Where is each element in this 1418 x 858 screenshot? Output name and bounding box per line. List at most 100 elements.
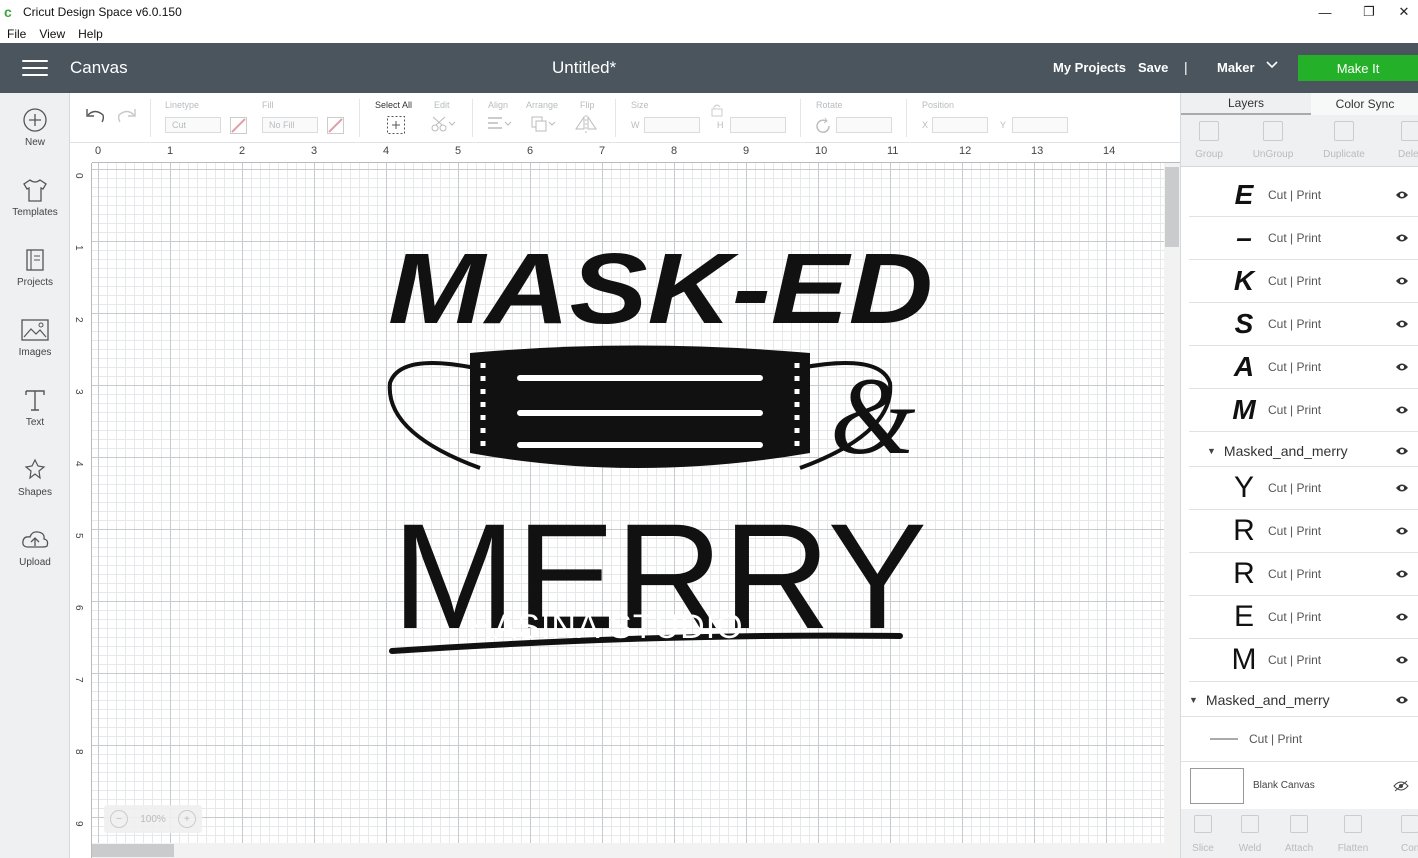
redo-icon[interactable] bbox=[116, 107, 138, 125]
sidebar-images[interactable]: Images bbox=[0, 317, 70, 377]
eye-icon[interactable] bbox=[1395, 655, 1409, 665]
restore-button[interactable]: ❐ bbox=[1346, 0, 1392, 24]
layer-row[interactable]: – Cut | Print bbox=[1189, 217, 1418, 260]
sidebar-new[interactable]: New bbox=[0, 107, 70, 167]
slice-button[interactable]: Slice bbox=[1178, 815, 1228, 854]
eye-icon[interactable] bbox=[1395, 190, 1409, 200]
layer-row[interactable]: Y Cut | Print bbox=[1189, 467, 1418, 510]
lock-ratio-icon[interactable] bbox=[710, 103, 724, 117]
save-button[interactable]: Save bbox=[1138, 60, 1168, 75]
rotate-icon bbox=[816, 117, 830, 133]
layer-thumbnail: R bbox=[1233, 514, 1255, 547]
design-artwork[interactable]: MASK-ED & MERRY bbox=[380, 223, 950, 663]
make-it-button[interactable]: Make It bbox=[1298, 55, 1418, 81]
collapse-caret-icon[interactable]: ▼ bbox=[1207, 446, 1216, 456]
layer-row[interactable]: S Cut | Print bbox=[1189, 303, 1418, 346]
zoom-in-button[interactable]: + bbox=[177, 810, 196, 828]
ruler-top-label: 7 bbox=[599, 145, 606, 157]
eye-icon[interactable] bbox=[1395, 446, 1409, 456]
eye-icon[interactable] bbox=[1395, 483, 1409, 493]
design-canvas[interactable]: 0 1 2 3 4 5 6 7 8 9 10 11 12 13 14 0123456789 MASK-ED … bbox=[70, 143, 1180, 858]
edit-scissors-icon[interactable] bbox=[430, 115, 456, 133]
layer-row[interactable]: R Cut | Print bbox=[1189, 510, 1418, 553]
flatten-button[interactable]: Flatten bbox=[1328, 815, 1378, 854]
layer-row-line[interactable]: Cut | Print bbox=[1181, 717, 1418, 761]
eye-icon[interactable] bbox=[1395, 362, 1409, 372]
attach-button[interactable]: Attach bbox=[1274, 815, 1324, 854]
size-height-input[interactable] bbox=[730, 117, 786, 133]
linetype-select[interactable]: Cut bbox=[165, 117, 221, 133]
layer-row[interactable]: E Cut | Print bbox=[1189, 596, 1418, 639]
eye-icon[interactable] bbox=[1395, 526, 1409, 536]
sidebar-upload[interactable]: Upload bbox=[0, 527, 70, 587]
align-icon[interactable] bbox=[486, 115, 512, 133]
layer-group-masked-and-merry[interactable]: ▼ Masked_and_merry bbox=[1189, 435, 1418, 467]
close-button[interactable]: ✕ bbox=[1390, 0, 1418, 24]
ungroup-button[interactable]: UnGroup bbox=[1243, 121, 1303, 160]
sidebar-templates[interactable]: Templates bbox=[0, 177, 70, 237]
section-title: Canvas bbox=[70, 58, 128, 77]
sidebar-shapes[interactable]: Shapes bbox=[0, 457, 70, 517]
layer-row[interactable]: M Cut | Print bbox=[1189, 639, 1418, 682]
eye-icon[interactable] bbox=[1395, 319, 1409, 329]
eye-icon[interactable] bbox=[1395, 276, 1409, 286]
tab-layers[interactable]: Layers bbox=[1181, 93, 1311, 115]
menu-help[interactable]: Help bbox=[78, 27, 103, 41]
delete-button[interactable]: Delete bbox=[1381, 121, 1418, 160]
size-width-input[interactable] bbox=[644, 117, 700, 133]
undo-icon[interactable] bbox=[84, 107, 106, 125]
arrange-icon[interactable] bbox=[530, 115, 556, 133]
collapse-caret-icon[interactable]: ▼ bbox=[1189, 695, 1198, 705]
blank-canvas-row[interactable]: Blank Canvas bbox=[1181, 761, 1418, 809]
design-ampersand[interactable]: & bbox=[830, 355, 916, 477]
fill-select[interactable]: No Fill bbox=[262, 117, 318, 133]
hamburger-menu-icon[interactable] bbox=[22, 60, 48, 78]
sidebar-text[interactable]: Text bbox=[0, 387, 70, 447]
layer-row[interactable]: A Cut | Print bbox=[1189, 346, 1418, 389]
eye-icon[interactable] bbox=[1395, 233, 1409, 243]
zoom-out-button[interactable]: − bbox=[110, 810, 129, 828]
layer-row[interactable]: K Cut | Print bbox=[1189, 260, 1418, 303]
menu-view[interactable]: View bbox=[39, 27, 65, 41]
horizontal-scrollbar[interactable] bbox=[92, 843, 1164, 858]
eye-icon[interactable] bbox=[1395, 569, 1409, 579]
weld-button[interactable]: Weld bbox=[1225, 815, 1275, 854]
fill-color-swatch-icon[interactable] bbox=[327, 117, 344, 134]
design-text-masked[interactable]: MASK-ED bbox=[388, 233, 933, 345]
eye-icon[interactable] bbox=[1395, 405, 1409, 415]
horizontal-ruler: 0 1 2 3 4 5 6 7 8 9 10 11 12 13 14 bbox=[92, 143, 1180, 163]
select-all-icon[interactable] bbox=[386, 115, 406, 135]
eye-icon[interactable] bbox=[1395, 695, 1409, 705]
position-x-input[interactable] bbox=[932, 117, 988, 133]
flip-label: Flip bbox=[580, 100, 595, 110]
group-button[interactable]: Group bbox=[1179, 121, 1239, 160]
layer-row[interactable]: R Cut | Print bbox=[1189, 553, 1418, 596]
layer-row[interactable]: M Cut | Print bbox=[1189, 389, 1418, 432]
rotate-input[interactable] bbox=[836, 117, 892, 133]
chevron-down-icon[interactable] bbox=[1265, 57, 1279, 71]
eye-hidden-icon[interactable] bbox=[1393, 780, 1409, 792]
eye-icon[interactable] bbox=[1395, 612, 1409, 622]
my-projects-link[interactable]: My Projects bbox=[1053, 60, 1126, 75]
machine-select[interactable]: Maker bbox=[1217, 60, 1255, 75]
layer-row[interactable]: E Cut | Print bbox=[1189, 174, 1418, 217]
face-mask-graphic[interactable] bbox=[387, 345, 893, 470]
watermark-text: HASINA STUDIO bbox=[468, 608, 744, 646]
minimize-button[interactable]: — bbox=[1302, 0, 1348, 24]
contour-button[interactable]: Contour bbox=[1381, 815, 1418, 854]
vertical-scrollbar[interactable] bbox=[1164, 163, 1180, 858]
flip-icon[interactable] bbox=[574, 115, 602, 133]
layer-group-masked-and-merry-outer[interactable]: ▼ Masked_and_merry bbox=[1181, 683, 1418, 717]
duplicate-icon bbox=[1334, 121, 1354, 141]
blank-canvas-label: Blank Canvas bbox=[1253, 780, 1315, 791]
menu-file[interactable]: File bbox=[7, 27, 26, 41]
position-y-input[interactable] bbox=[1012, 117, 1068, 133]
tab-color-sync[interactable]: Color Sync bbox=[1311, 93, 1418, 115]
header-separator: | bbox=[1184, 59, 1188, 75]
linetype-color-swatch-icon[interactable] bbox=[230, 117, 247, 134]
pos-y-label: Y bbox=[1000, 120, 1007, 130]
sidebar-projects-label: Projects bbox=[16, 277, 54, 288]
blank-canvas-swatch[interactable] bbox=[1190, 767, 1244, 804]
sidebar-projects[interactable]: Projects bbox=[0, 247, 70, 307]
duplicate-button[interactable]: Duplicate bbox=[1314, 121, 1374, 160]
